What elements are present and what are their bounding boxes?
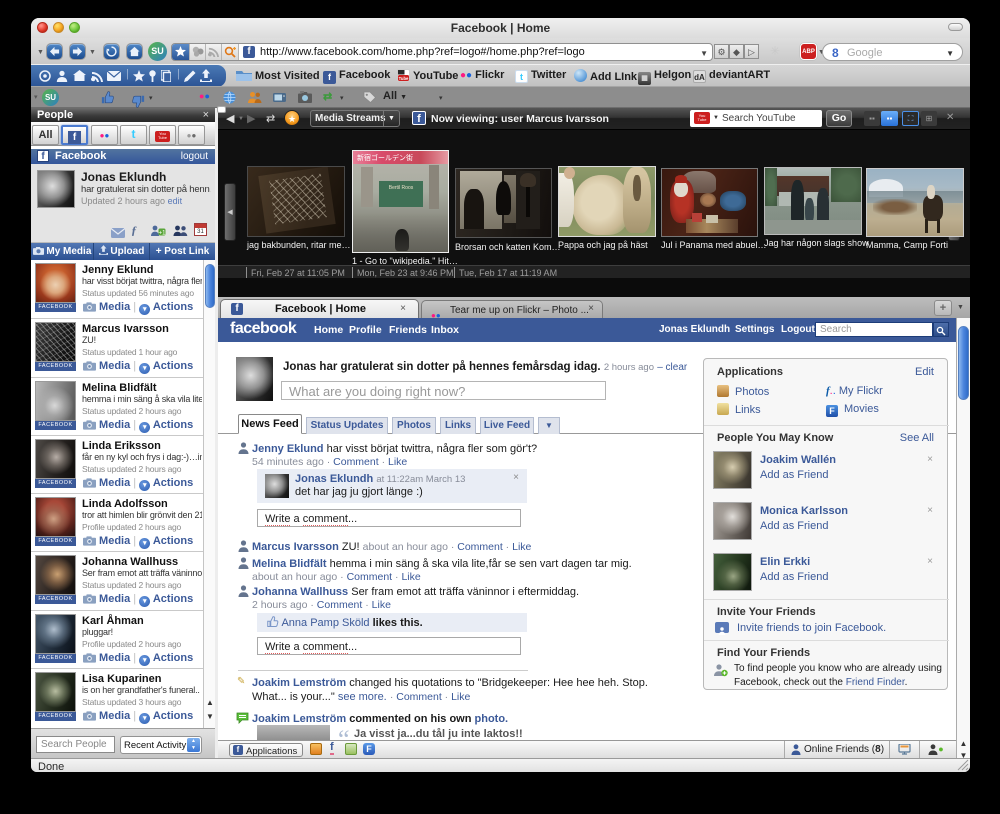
svg-text:+1: +1 <box>159 230 166 236</box>
svg-text:Tube: Tube <box>399 76 409 81</box>
